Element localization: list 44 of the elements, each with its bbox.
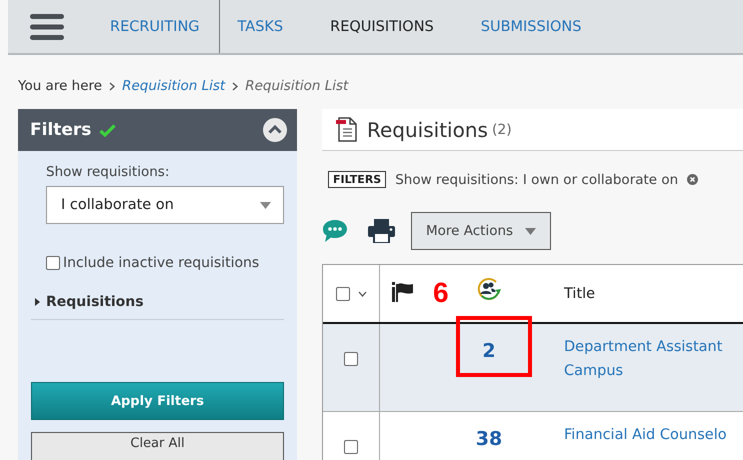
chevron-down-icon[interactable] (358, 290, 366, 296)
field-label: Show requisitions: (46, 164, 170, 180)
annotation-number: 6 (433, 277, 449, 309)
chevron-icon (232, 82, 238, 90)
nav-tab[interactable]: TASKS (238, 18, 284, 34)
table-row[interactable]: 2 Department Assistant Campus (323, 324, 743, 412)
caret-icon (525, 228, 536, 234)
requisitions-dropdown[interactable]: I collaborate on (46, 186, 284, 224)
select-all-checkbox[interactable] (336, 286, 350, 300)
people-cycle-icon (476, 277, 502, 301)
candidate-count-link[interactable]: 2 (482, 340, 496, 411)
breadcrumb-label: You are here (18, 78, 102, 94)
menu-icon[interactable] (30, 14, 64, 40)
checkbox[interactable] (46, 256, 60, 270)
remove-filter-icon[interactable] (687, 174, 698, 185)
clear-all-button[interactable]: Clear All (31, 432, 284, 460)
nav-tab[interactable]: REQUISITIONS (330, 18, 434, 34)
row-checkbox[interactable] (344, 352, 358, 366)
checkbox-label: Include inactive requisitions (63, 255, 260, 271)
section-toggle[interactable]: Requisitions (46, 294, 144, 310)
filters-tag: FILTERS (328, 171, 386, 188)
document-icon (336, 117, 358, 142)
chat-icon[interactable] (322, 219, 348, 243)
nav-tab[interactable]: RECRUITING (110, 18, 200, 34)
row-checkbox[interactable] (344, 440, 358, 454)
breadcrumb-item[interactable]: Requisition List (122, 78, 226, 94)
nav-tab[interactable]: SUBMISSIONS (480, 18, 582, 34)
flag-icon (392, 282, 414, 302)
result-count: (2) (492, 122, 512, 138)
filters-title: Filters (30, 120, 92, 140)
requisition-title-link[interactable]: Department Assistant Campus (564, 335, 722, 383)
column-header[interactable]: Title (564, 286, 596, 302)
requisition-title-link[interactable]: Financial Aid Counselo (564, 423, 727, 447)
page-title: Requisitions (367, 118, 488, 142)
candidate-count-link[interactable]: 38 (476, 428, 502, 460)
more-actions-button[interactable]: More Actions (411, 212, 552, 250)
apply-filters-button[interactable]: Apply Filters (31, 382, 284, 420)
expand-arrow-icon[interactable] (35, 298, 40, 306)
print-icon[interactable] (368, 219, 395, 243)
breadcrumb-item: Requisition List (245, 78, 348, 94)
collapse-icon[interactable] (263, 118, 287, 142)
active-filter-text: Show requisitions: I own or collaborate on (395, 172, 678, 188)
chevron-icon (109, 82, 116, 90)
dropdown-arrow-icon (260, 202, 271, 208)
